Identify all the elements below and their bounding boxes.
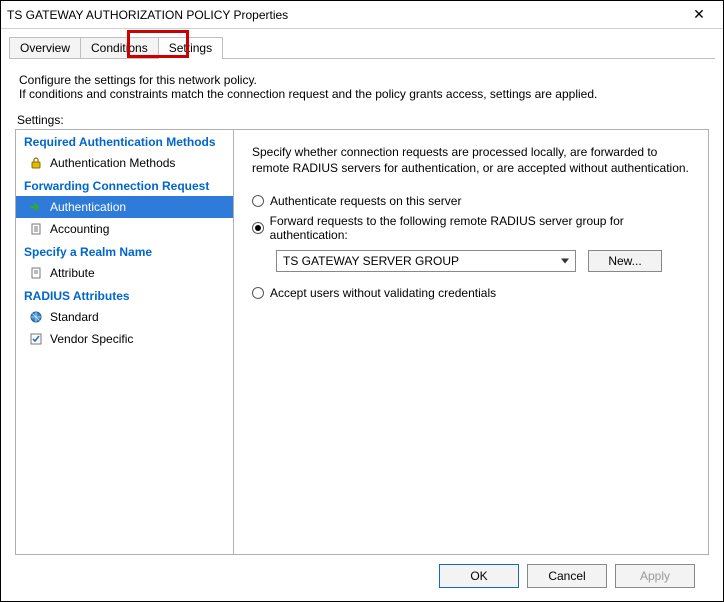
settings-split: Required Authentication Methods Authenti… — [15, 129, 709, 555]
radio-label: Authenticate requests on this server — [270, 194, 461, 208]
tab-label: Settings — [169, 41, 212, 55]
tab-label: Conditions — [91, 41, 148, 55]
tab-label: Overview — [20, 41, 70, 55]
new-button[interactable]: New... — [588, 250, 662, 272]
tab-settings[interactable]: Settings — [158, 37, 223, 59]
button-label: Apply — [640, 569, 670, 583]
server-group-dropdown[interactable]: TS GATEWAY SERVER GROUP — [276, 250, 576, 272]
properties-window: TS GATEWAY AUTHORIZATION POLICY Properti… — [0, 0, 724, 602]
document-icon — [28, 265, 44, 281]
radio-icon — [252, 195, 264, 207]
dialog-footer: OK Cancel Apply — [15, 555, 709, 597]
ok-button[interactable]: OK — [439, 564, 519, 588]
lock-icon — [28, 155, 44, 171]
dropdown-value: TS GATEWAY SERVER GROUP — [283, 254, 459, 268]
settings-content: Specify whether connection requests are … — [234, 130, 708, 554]
document-icon — [28, 221, 44, 237]
sidebar-item-label: Authentication Methods — [50, 156, 175, 170]
description-line2: If conditions and constraints match the … — [19, 87, 709, 101]
sidebar-item-label: Vendor Specific — [50, 332, 133, 346]
sidebar-item-vendor-specific[interactable]: Vendor Specific — [16, 328, 233, 350]
button-label: New... — [608, 254, 641, 268]
button-label: OK — [470, 569, 487, 583]
settings-sidebar: Required Authentication Methods Authenti… — [16, 130, 234, 554]
radio-authenticate-local[interactable]: Authenticate requests on this server — [252, 194, 690, 208]
description-line1: Configure the settings for this network … — [19, 73, 709, 87]
content-intro: Specify whether connection requests are … — [252, 144, 690, 176]
sidebar-item-label: Standard — [50, 310, 99, 324]
radio-label: Forward requests to the following remote… — [270, 214, 690, 242]
radio-label: Accept users without validating credenti… — [270, 286, 496, 300]
checkbox-icon — [28, 331, 44, 347]
close-button[interactable]: ✕ — [679, 3, 719, 27]
sidebar-group-radius-attrs: RADIUS Attributes — [16, 284, 233, 306]
radio-icon — [252, 287, 264, 299]
forward-controls: TS GATEWAY SERVER GROUP New... — [276, 250, 690, 272]
sidebar-item-auth-methods[interactable]: Authentication Methods — [16, 152, 233, 174]
close-icon: ✕ — [693, 6, 705, 23]
tab-strip: Overview Conditions Settings — [1, 29, 723, 59]
sidebar-group-realm: Specify a Realm Name — [16, 240, 233, 262]
radio-forward-remote[interactable]: Forward requests to the following remote… — [252, 214, 690, 242]
apply-button: Apply — [615, 564, 695, 588]
sidebar-group-required-auth: Required Authentication Methods — [16, 130, 233, 152]
sidebar-item-label: Attribute — [50, 266, 95, 280]
sidebar-item-attribute[interactable]: Attribute — [16, 262, 233, 284]
body-area: Configure the settings for this network … — [1, 59, 723, 601]
settings-label: Settings: — [17, 113, 709, 127]
globe-icon — [28, 309, 44, 325]
window-title: TS GATEWAY AUTHORIZATION POLICY Properti… — [7, 8, 679, 22]
sidebar-item-label: Authentication — [50, 200, 126, 214]
radio-icon — [252, 222, 264, 234]
sidebar-item-accounting[interactable]: Accounting — [16, 218, 233, 240]
button-label: Cancel — [548, 569, 585, 583]
titlebar: TS GATEWAY AUTHORIZATION POLICY Properti… — [1, 1, 723, 29]
sidebar-item-label: Accounting — [50, 222, 109, 236]
tab-underline — [9, 58, 715, 59]
tab-overview[interactable]: Overview — [9, 37, 81, 59]
sidebar-group-forwarding: Forwarding Connection Request — [16, 174, 233, 196]
sidebar-item-standard[interactable]: Standard — [16, 306, 233, 328]
arrow-right-icon — [28, 199, 44, 215]
sidebar-item-authentication[interactable]: Authentication — [16, 196, 233, 218]
cancel-button[interactable]: Cancel — [527, 564, 607, 588]
radio-accept-without-validation[interactable]: Accept users without validating credenti… — [252, 286, 690, 300]
tab-conditions[interactable]: Conditions — [80, 37, 159, 59]
